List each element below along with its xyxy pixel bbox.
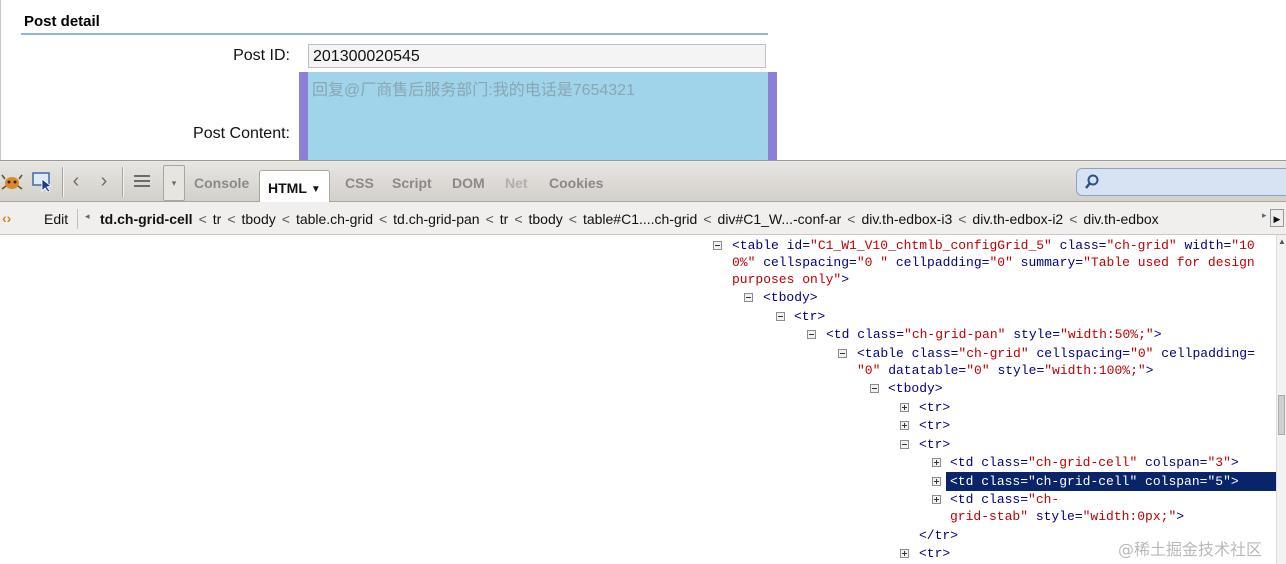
breadcrumb-separator: < [281,211,290,227]
collapse-toggle[interactable] [838,349,847,358]
post-id-field[interactable]: 201300020545 [308,44,766,68]
collapse-toggle[interactable] [807,330,816,339]
breadcrumb-separator: < [198,211,207,227]
scroll-right-icon[interactable]: ▸ [1262,210,1267,221]
dropdown-icon[interactable]: ▾ [163,165,185,201]
expand-toggle[interactable] [932,477,941,486]
breadcrumb-separator: < [514,211,523,227]
section-title: Post detail [24,13,100,30]
firebug-icon[interactable] [0,169,24,193]
breadcrumb-item[interactable]: tbody [242,211,276,227]
breadcrumb-separator: < [847,211,856,227]
tree-node-tr[interactable]: <tr> [794,308,825,325]
tree-node-tr[interactable]: <tr> [919,436,950,453]
breadcrumb-item[interactable]: tr [500,211,509,227]
breadcrumb-separator: < [568,211,577,227]
firebug-toolbar: ‹ › ▾ Console HTML ▼ CSS Script DOM Net C… [0,160,1286,202]
collapse-toggle[interactable] [870,384,879,393]
tab-cookies[interactable]: Cookies [549,175,603,191]
tab-dom[interactable]: DOM [452,175,485,191]
tab-css[interactable]: CSS [345,175,374,191]
tab-script[interactable]: Script [392,175,432,191]
tab-html-label: HTML [268,180,307,196]
search-icon [1085,174,1099,189]
tree-node-table[interactable]: <table class="ch-grid" cellspacing="0" c… [857,345,1255,362]
expand-toggle[interactable] [932,495,941,504]
tab-html[interactable]: HTML ▼ [259,170,330,202]
tree-node-td[interactable]: <td class="ch- [950,491,1059,508]
search-input[interactable] [1076,168,1286,196]
tree-node-table[interactable]: <table id="C1_W1_V10_chtmlb_configGrid_5… [732,237,1255,254]
post-id-label: Post ID: [233,47,290,64]
tree-node-tbody[interactable]: <tbody> [888,380,943,397]
post-content-text: 回复@厂商售后服务部门:我的电话是7654321 [312,82,635,99]
tree-node-tr[interactable]: <tr> [919,399,950,416]
breadcrumb-separator: < [378,211,388,227]
forward-icon[interactable]: › [94,169,114,193]
tree-node-tr[interactable]: <tr> [919,545,950,562]
breadcrumb-item[interactable]: div.th-edbox [1083,211,1158,227]
breadcrumb: ‹› Edit ◂ td.ch-grid-cell < tr < tbody < table… [0,202,1286,235]
tree-node-td[interactable]: <td class="ch-grid-cell" colspan="3"> [950,454,1239,471]
scrollbar-thumb[interactable] [1278,395,1285,435]
tab-console[interactable]: Console [194,175,249,191]
breadcrumb-item[interactable]: div#C1_W...-conf-ar [718,211,842,227]
tree-node-tbody[interactable]: <tbody> [763,289,818,306]
collapse-toggle[interactable] [713,241,722,250]
breadcrumb-item[interactable]: tr [213,211,222,227]
tree-node-td-cont: grid-stab" style="width:0px;"> [950,509,1185,524]
expand-toggle[interactable] [932,458,941,467]
breadcrumb-item[interactable]: div.th-edbox-i2 [972,211,1063,227]
tree-node-tr-close: </tr> [919,528,959,543]
breadcrumb-divider [77,209,78,229]
toolbar-separator [122,167,123,197]
edit-button[interactable]: Edit [36,208,76,230]
post-detail-page: Post detail Post ID: 201300020545 Post C… [0,0,1286,160]
breadcrumb-item[interactable]: table.ch-grid [296,211,373,227]
breadcrumb-item[interactable]: td.ch-grid-pan [393,211,479,227]
scroll-left-icon[interactable]: ◂ [85,211,90,222]
breadcrumb-item[interactable]: tbody [529,211,563,227]
breadcrumb-item[interactable]: table#C1....ch-grid [583,211,697,227]
post-content-label: Post Content: [193,125,290,142]
back-icon[interactable]: ‹ [66,169,86,193]
breadcrumb-separator: < [1069,211,1078,227]
tree-node-td[interactable]: <td class="ch-grid-pan" style="width:50%… [826,326,1162,343]
tree-node-td-selected[interactable]: <td class="ch-grid-cell" colspan="5"> [946,472,1276,491]
breadcrumb-item[interactable]: div.th-edbox-i3 [861,211,952,227]
tree-node-table-cont: purposes only"> [732,272,850,287]
tree-node-table-cont: 0%" cellspacing="0 " cellpadding="0" sum… [732,255,1255,270]
breadcrumb-item[interactable]: td.ch-grid-cell [100,211,193,227]
code-icon[interactable]: ‹› [2,210,11,226]
page-left-border [0,0,1,160]
watermark: @稀土掘金技术社区 [1118,540,1263,559]
section-divider [21,33,768,35]
scroll-up-icon[interactable]: ▲ [1278,237,1286,246]
html-tree-panel: <table id="C1_W1_V10_chtmlb_configGrid_5… [0,235,1276,564]
expand-toggle[interactable] [900,549,909,558]
tab-net[interactable]: Net [505,175,528,191]
toolbar-separator [62,167,63,197]
tree-node-tr[interactable]: <tr> [919,417,950,434]
tree-node-table-cont: "0" datatable="0" style="width:100%;"> [857,363,1154,378]
breadcrumb-separator: < [227,211,236,227]
expand-toggle[interactable] [900,421,909,430]
breadcrumb-separator: < [958,211,967,227]
collapse-toggle[interactable] [776,312,785,321]
collapse-toggle[interactable] [900,440,909,449]
breadcrumb-separator: < [485,211,494,227]
post-content-field[interactable]: 回复@厂商售后服务部门:我的电话是7654321 [299,72,777,160]
vertical-scrollbar[interactable]: ▲ [1276,235,1286,564]
collapse-toggle[interactable] [744,293,753,302]
breadcrumb-end-button[interactable]: ▶ [1270,209,1284,227]
breadcrumb-separator: < [703,211,712,227]
expand-toggle[interactable] [900,403,909,412]
inspect-icon[interactable] [30,169,56,193]
breadcrumb-items: td.ch-grid-cell < tr < tbody < table.ch-grid < t… [100,211,1159,227]
panel-list-icon[interactable] [130,169,154,193]
